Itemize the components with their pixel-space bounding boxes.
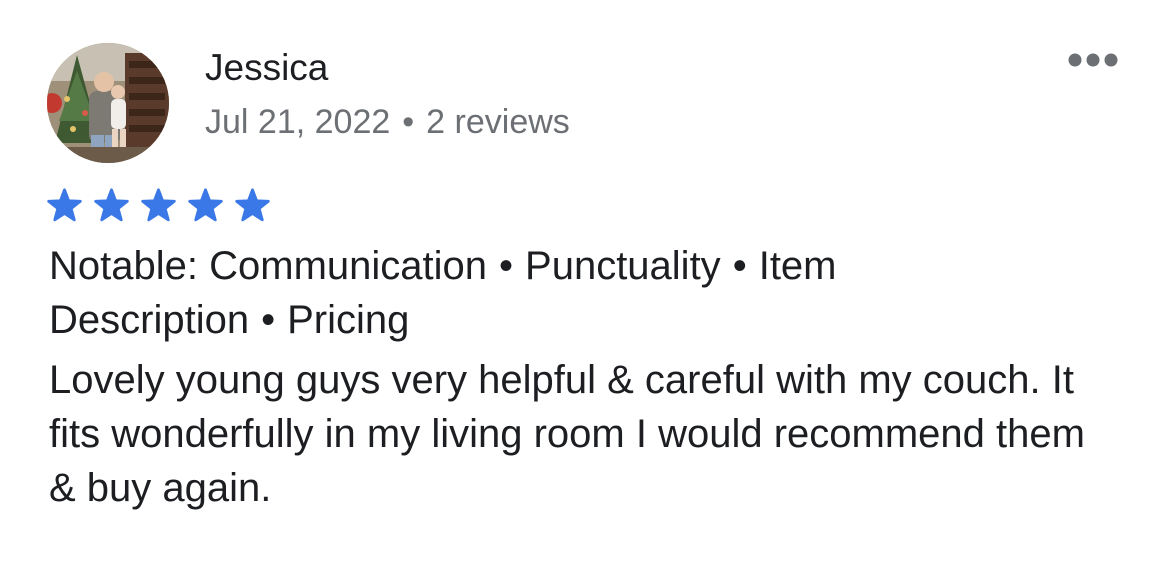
star-icon: [93, 187, 130, 224]
reviewer-name[interactable]: Jessica: [205, 44, 328, 92]
meta-separator: •: [402, 103, 415, 141]
notable-tag-communication: Communication: [209, 244, 487, 288]
review-date: Jul 21, 2022: [205, 103, 391, 141]
review-count[interactable]: 2 reviews: [426, 103, 570, 141]
review-text: Lovely young guys very helpful & careful…: [49, 358, 1085, 510]
star-icon: [234, 187, 271, 224]
avatar[interactable]: [47, 43, 169, 163]
notable-attributes: Notable: Communication • Punctuality • Item …: [49, 239, 1109, 347]
notable-separator: •: [261, 298, 276, 342]
star-icon: [140, 187, 177, 224]
notable-separator: •: [499, 244, 514, 288]
star-icon: [187, 187, 224, 224]
review-card: Jessica Jul 21, 2022 • 2 reviews Notable: …: [0, 0, 1170, 567]
star-rating: [46, 186, 281, 224]
more-options-button[interactable]: [1062, 44, 1124, 76]
notable-prefix: Notable:: [49, 244, 198, 288]
notable-separator: •: [732, 244, 747, 288]
notable-tag-pricing: Pricing: [287, 298, 410, 342]
notable-tag-punctuality: Punctuality: [525, 244, 721, 288]
profile-photo-icon: [47, 43, 169, 163]
review-meta: Jul 21, 2022 • 2 reviews: [205, 99, 570, 145]
more-options-icon: [1068, 53, 1118, 67]
star-icon: [46, 187, 83, 224]
